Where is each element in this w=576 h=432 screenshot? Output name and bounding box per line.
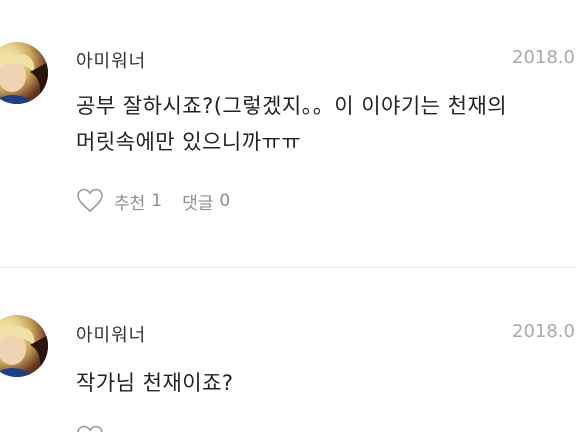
avatar[interactable] bbox=[0, 315, 48, 377]
divider bbox=[0, 267, 576, 268]
comment-actions: 추천 1 댓글 0 bbox=[76, 186, 236, 216]
comment-author[interactable]: 아미워너 bbox=[76, 47, 146, 73]
comment-body-line: 공부 잘하시죠?(그렇겠지。。이 이야기는 천재의 bbox=[76, 94, 508, 118]
heart-outline-icon[interactable] bbox=[76, 424, 104, 432]
comment-author[interactable]: 아미워너 bbox=[76, 321, 146, 347]
comment-date: 2018.0 bbox=[512, 47, 575, 68]
comment-body: 작가님 천재이죠? bbox=[76, 365, 576, 401]
heart-outline-icon[interactable] bbox=[76, 187, 104, 215]
comment-date: 2018.0 bbox=[512, 321, 575, 342]
comment-body-line: 머릿속에만 있으니까ㅠㅠ bbox=[76, 130, 302, 154]
comment-feed: 아미워너 2018.0 공부 잘하시죠?(그렇겠지。。이 이야기는 천재의 머릿… bbox=[0, 0, 576, 432]
like-label[interactable]: 추천 bbox=[114, 189, 145, 214]
like-count: 1 bbox=[151, 191, 163, 211]
reply-label[interactable]: 댓글 bbox=[182, 189, 213, 214]
comment-item: 아미워너 2018.0 공부 잘하시죠?(그렇겠지。。이 이야기는 천재의 머릿… bbox=[0, 0, 576, 268]
comment-body-line: 작가님 천재이죠? bbox=[76, 371, 234, 395]
comment-body: 공부 잘하시죠?(그렇겠지。。이 이야기는 천재의 머릿속에만 있으니까ㅠㅠ bbox=[76, 88, 576, 160]
reply-count: 0 bbox=[219, 191, 231, 211]
comment-item: 아미워너 2018.0 작가님 천재이죠? bbox=[0, 269, 576, 432]
avatar[interactable] bbox=[0, 42, 48, 104]
